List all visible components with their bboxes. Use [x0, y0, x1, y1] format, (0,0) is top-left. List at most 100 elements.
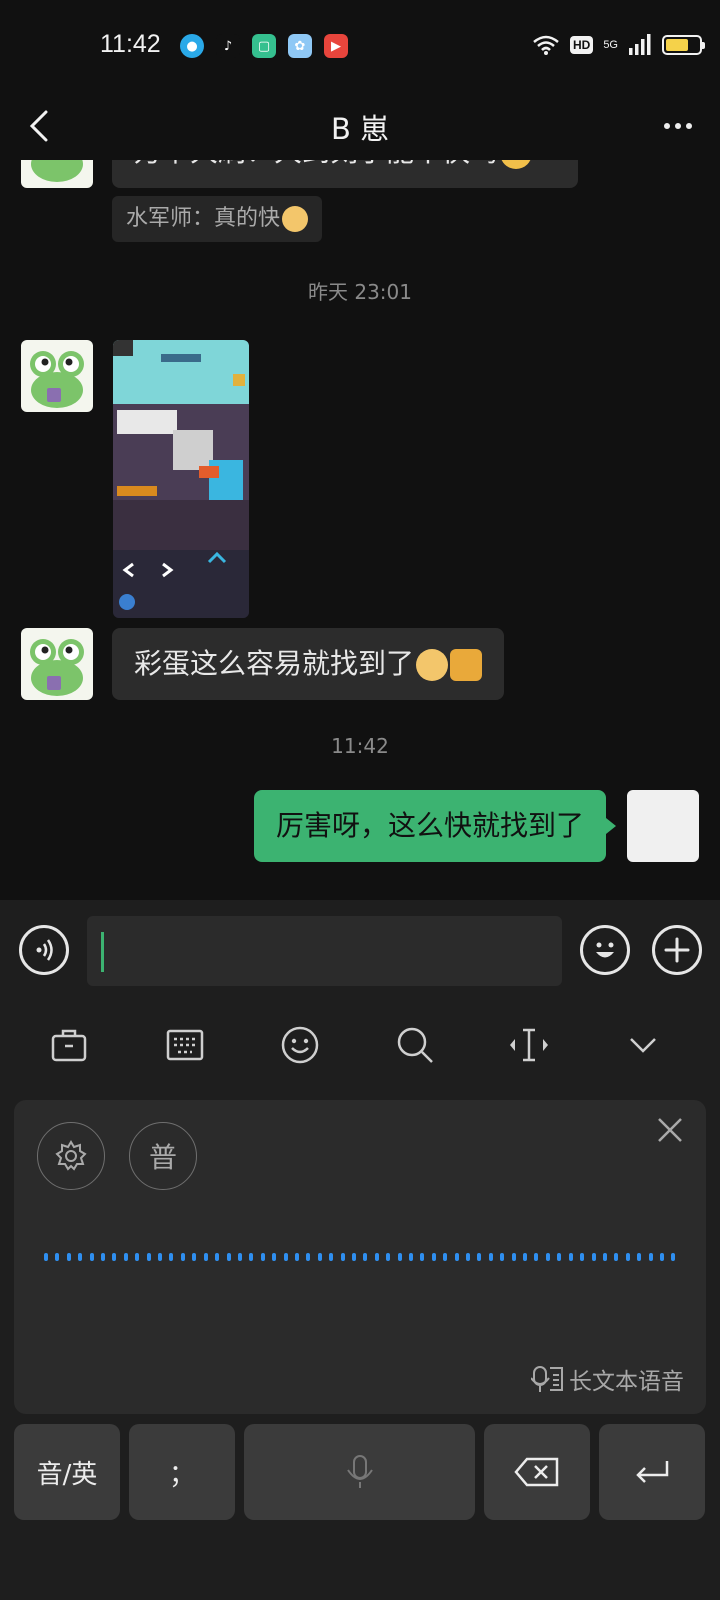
- wave-dot: [545, 1253, 550, 1261]
- wave-dot: [203, 1253, 208, 1261]
- image-message[interactable]: [113, 340, 249, 618]
- timestamp: 昨天 23:01: [308, 280, 412, 304]
- emoji-sticker: [500, 160, 533, 169]
- signal-icon: [629, 34, 651, 55]
- wave-dot: [477, 1253, 482, 1261]
- message-input[interactable]: [87, 916, 562, 986]
- wave-dot: [112, 1253, 117, 1261]
- wave-dot: [135, 1253, 140, 1261]
- long-text-voice-button[interactable]: 长文本语音: [531, 1362, 684, 1396]
- semicolon-key[interactable]: ；: [129, 1424, 235, 1520]
- my-avatar[interactable]: [627, 790, 699, 862]
- emoji-button[interactable]: [580, 925, 630, 975]
- cursor-move-button[interactable]: [506, 1022, 552, 1068]
- wave-dot: [101, 1253, 106, 1261]
- status-bar: 11:42 ● ♪ ▢ ✿ ▶ HD 5G: [0, 0, 720, 96]
- input-bar: [0, 900, 720, 1000]
- wave-dot: [671, 1253, 676, 1261]
- emoji-panel-button[interactable]: [277, 1022, 323, 1068]
- wave-dot: [123, 1253, 128, 1261]
- wave-dot: [625, 1253, 630, 1261]
- voice-language-button[interactable]: 普: [129, 1122, 197, 1190]
- wave-dot: [420, 1253, 425, 1261]
- wave-dot: [78, 1253, 83, 1261]
- contact-avatar[interactable]: [21, 340, 93, 412]
- wave-dot: [557, 1253, 562, 1261]
- close-icon: [658, 1118, 682, 1142]
- wave-dot: [511, 1253, 516, 1261]
- add-button[interactable]: [652, 925, 702, 975]
- lang-switch-key[interactable]: 音/英: [14, 1424, 120, 1520]
- voice-input-panel: 普 长文本语音: [14, 1100, 706, 1414]
- close-voice-panel-button[interactable]: [652, 1112, 688, 1148]
- long-voice-icon: [531, 1366, 563, 1392]
- timestamp: 11:42: [331, 734, 389, 758]
- wave-dot: [443, 1253, 448, 1261]
- sent-message-bubble[interactable]: 厉害呀，这么快就找到了: [253, 790, 617, 862]
- wave-dot: [614, 1253, 619, 1261]
- voice-toggle-button[interactable]: [19, 925, 69, 975]
- wave-dot: [55, 1253, 60, 1261]
- search-icon: [397, 1027, 433, 1063]
- message-text: 万卡大刷！大到刻子能不快吗: [134, 160, 498, 168]
- toolbox-button[interactable]: [46, 1022, 92, 1068]
- battery-fill: [666, 39, 689, 51]
- wave-dot: [568, 1253, 573, 1261]
- wave-dot: [488, 1253, 493, 1261]
- backspace-icon: [514, 1457, 559, 1487]
- wifi-icon: [533, 35, 559, 55]
- wave-dot: [591, 1253, 596, 1261]
- wave-dot: [215, 1253, 220, 1261]
- wave-dot: [66, 1253, 71, 1261]
- wave-dot: [648, 1253, 653, 1261]
- enter-key[interactable]: [599, 1424, 705, 1520]
- more-dot: [664, 123, 670, 129]
- message-text: 彩蛋这么容易就找到了: [134, 647, 415, 680]
- cat-sticker: [416, 649, 449, 681]
- chat-header: B 崽: [0, 96, 720, 160]
- frog-avatar-icon: [30, 639, 84, 696]
- keyboard-toolbar: [0, 1000, 720, 1090]
- more-dot: [686, 123, 692, 129]
- plus-icon: [664, 937, 690, 963]
- voice-waveform: [44, 1252, 676, 1262]
- wave-dot: [317, 1253, 322, 1261]
- wave-dot: [363, 1253, 368, 1261]
- wave-dot: [454, 1253, 459, 1261]
- briefcase-icon: [51, 1029, 87, 1062]
- message-list[interactable]: 万卡大刷！大到刻子能不快吗 水军师：真的快 昨天 23:01: [0, 160, 720, 900]
- smiley-icon: [596, 942, 614, 958]
- wave-dot: [602, 1253, 607, 1261]
- wave-dot: [409, 1253, 413, 1261]
- tiktok-icon: ♪: [216, 34, 240, 58]
- hd-badge: HD: [569, 36, 594, 54]
- thumbs-down-sticker: [450, 649, 483, 681]
- more-options-button[interactable]: [656, 104, 700, 148]
- voice-wave-icon: [36, 939, 53, 961]
- wave-dot: [283, 1253, 288, 1261]
- battery-icon: [662, 35, 705, 55]
- voice-mic-key[interactable]: [244, 1424, 475, 1520]
- search-button[interactable]: [392, 1022, 438, 1068]
- message-bubble[interactable]: 万卡大刷！大到刻子能不快吗: [112, 160, 578, 188]
- gear-icon: [55, 1140, 87, 1171]
- backspace-key[interactable]: [484, 1424, 590, 1520]
- wave-dot: [580, 1253, 585, 1261]
- enter-icon: [636, 1461, 669, 1483]
- collapse-keyboard-button[interactable]: [620, 1022, 666, 1068]
- voice-settings-button[interactable]: [37, 1122, 105, 1190]
- emoji-icon: [281, 1026, 319, 1064]
- cat-sticker: [282, 206, 309, 232]
- contact-avatar[interactable]: [21, 628, 93, 700]
- quoted-message[interactable]: 水军师：真的快: [112, 196, 323, 242]
- contact-avatar[interactable]: [21, 160, 93, 188]
- more-dot: [675, 123, 681, 129]
- text-caret: [101, 932, 104, 972]
- text-cursor-icon: [510, 1028, 548, 1062]
- message-bubble[interactable]: 彩蛋这么容易就找到了: [112, 628, 505, 700]
- app-rabbit-icon: ✿: [288, 34, 312, 58]
- app-green-icon: ▢: [252, 34, 276, 58]
- quote-text: 水军师：真的快: [126, 206, 281, 231]
- keyboard-layout-button[interactable]: [162, 1022, 208, 1068]
- microphone-icon: [346, 1455, 373, 1488]
